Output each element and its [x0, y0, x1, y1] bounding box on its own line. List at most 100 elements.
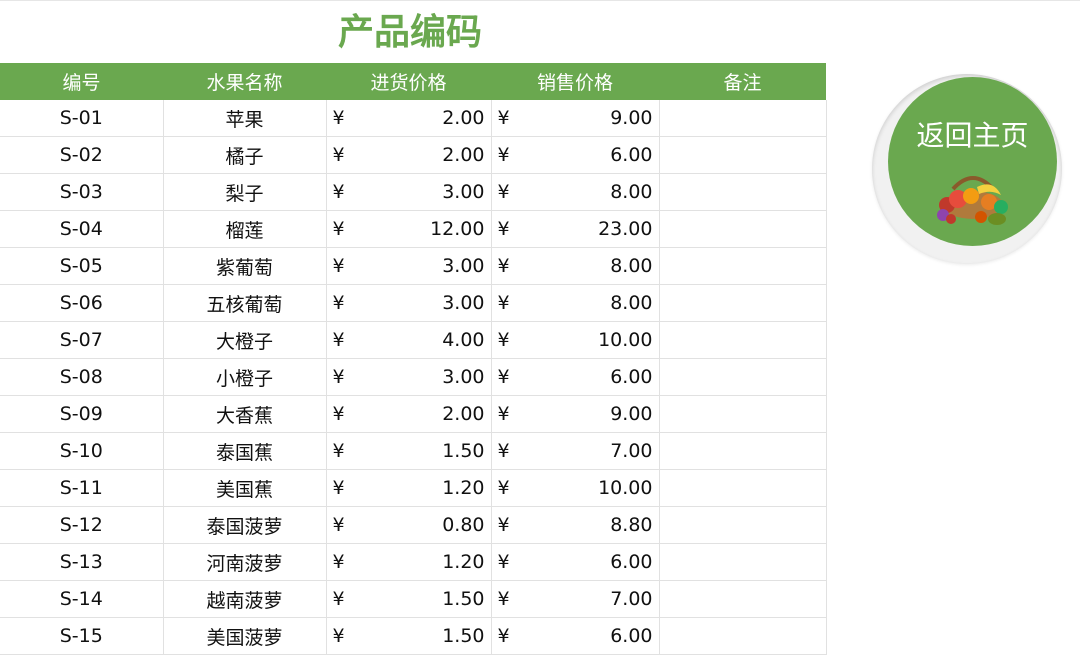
currency-symbol: ¥: [497, 218, 510, 240]
cell-cost-price[interactable]: ¥0.80: [326, 506, 492, 544]
cell-sale-price[interactable]: ¥8.00: [491, 247, 660, 285]
cell-note[interactable]: [659, 395, 827, 433]
header-sale-price[interactable]: 销售价格: [491, 63, 659, 100]
cell-code[interactable]: S-15: [0, 617, 164, 655]
sale-amount: 8.00: [610, 255, 653, 277]
cell-fruit-name[interactable]: 泰国蕉: [163, 432, 327, 470]
cell-code[interactable]: S-12: [0, 506, 164, 544]
cell-note[interactable]: [659, 469, 827, 507]
cost-amount: 1.50: [442, 588, 485, 610]
cell-fruit-name[interactable]: 泰国菠萝: [163, 506, 327, 544]
cell-fruit-name[interactable]: 紫葡萄: [163, 247, 327, 285]
cell-fruit-name[interactable]: 美国菠萝: [163, 617, 327, 655]
cell-code[interactable]: S-08: [0, 358, 164, 396]
cell-cost-price[interactable]: ¥1.50: [326, 432, 492, 470]
cell-sale-price[interactable]: ¥6.00: [491, 543, 660, 581]
cost-amount: 0.80: [442, 514, 485, 536]
cell-cost-price[interactable]: ¥2.00: [326, 395, 492, 433]
cell-note[interactable]: [659, 617, 827, 655]
cell-sale-price[interactable]: ¥9.00: [491, 100, 660, 137]
cell-cost-price[interactable]: ¥3.00: [326, 358, 492, 396]
cost-amount: 3.00: [442, 366, 485, 388]
currency-symbol: ¥: [332, 440, 345, 462]
cell-code[interactable]: S-11: [0, 469, 164, 507]
cell-sale-price[interactable]: ¥6.00: [491, 617, 660, 655]
cell-note[interactable]: [659, 210, 827, 248]
return-home-button[interactable]: 返回主页: [888, 77, 1057, 246]
header-cost-price[interactable]: 进货价格: [326, 63, 491, 100]
cell-fruit-name[interactable]: 大香蕉: [163, 395, 327, 433]
currency-symbol: ¥: [497, 255, 510, 277]
cell-note[interactable]: [659, 173, 827, 211]
cell-cost-price[interactable]: ¥3.00: [326, 173, 492, 211]
cell-cost-price[interactable]: ¥3.00: [326, 284, 492, 322]
cell-fruit-name[interactable]: 梨子: [163, 173, 327, 211]
table-row: S-11 美国蕉 ¥1.20 ¥10.00: [0, 469, 827, 507]
cell-code[interactable]: S-01: [0, 100, 164, 137]
cell-cost-price[interactable]: ¥1.50: [326, 580, 492, 618]
cell-code[interactable]: S-03: [0, 173, 164, 211]
cell-fruit-name[interactable]: 苹果: [163, 100, 327, 137]
cell-cost-price[interactable]: ¥3.00: [326, 247, 492, 285]
cell-sale-price[interactable]: ¥10.00: [491, 469, 660, 507]
cell-cost-price[interactable]: ¥1.20: [326, 543, 492, 581]
currency-symbol: ¥: [332, 218, 345, 240]
cell-sale-price[interactable]: ¥9.00: [491, 395, 660, 433]
currency-symbol: ¥: [332, 292, 345, 314]
cell-cost-price[interactable]: ¥2.00: [326, 100, 492, 137]
header-code[interactable]: 编号: [0, 63, 163, 100]
cell-note[interactable]: [659, 580, 827, 618]
sale-amount: 6.00: [610, 551, 653, 573]
cell-cost-price[interactable]: ¥4.00: [326, 321, 492, 359]
cell-fruit-name[interactable]: 五核葡萄: [163, 284, 327, 322]
cell-code[interactable]: S-04: [0, 210, 164, 248]
cell-code[interactable]: S-14: [0, 580, 164, 618]
cell-code[interactable]: S-13: [0, 543, 164, 581]
cell-sale-price[interactable]: ¥6.00: [491, 136, 660, 174]
cell-code[interactable]: S-10: [0, 432, 164, 470]
cell-cost-price[interactable]: ¥12.00: [326, 210, 492, 248]
table-row: S-10 泰国蕉 ¥1.50 ¥7.00: [0, 432, 827, 470]
cell-note[interactable]: [659, 100, 827, 137]
cell-code[interactable]: S-07: [0, 321, 164, 359]
cost-amount: 3.00: [442, 292, 485, 314]
cell-fruit-name[interactable]: 大橙子: [163, 321, 327, 359]
cell-code[interactable]: S-02: [0, 136, 164, 174]
currency-symbol: ¥: [332, 551, 345, 573]
cell-cost-price[interactable]: ¥1.50: [326, 617, 492, 655]
cell-fruit-name[interactable]: 橘子: [163, 136, 327, 174]
cost-amount: 4.00: [442, 329, 485, 351]
table-row: S-12 泰国菠萝 ¥0.80 ¥8.80: [0, 506, 827, 544]
cell-note[interactable]: [659, 358, 827, 396]
cell-fruit-name[interactable]: 河南菠萝: [163, 543, 327, 581]
cell-note[interactable]: [659, 432, 827, 470]
cell-sale-price[interactable]: ¥7.00: [491, 580, 660, 618]
cell-cost-price[interactable]: ¥2.00: [326, 136, 492, 174]
cell-code[interactable]: S-09: [0, 395, 164, 433]
cell-note[interactable]: [659, 543, 827, 581]
cell-note[interactable]: [659, 136, 827, 174]
cell-fruit-name[interactable]: 越南菠萝: [163, 580, 327, 618]
cell-sale-price[interactable]: ¥7.00: [491, 432, 660, 470]
currency-symbol: ¥: [497, 107, 510, 129]
cell-sale-price[interactable]: ¥23.00: [491, 210, 660, 248]
currency-symbol: ¥: [332, 514, 345, 536]
cell-fruit-name[interactable]: 榴莲: [163, 210, 327, 248]
cell-sale-price[interactable]: ¥6.00: [491, 358, 660, 396]
cell-sale-price[interactable]: ¥8.00: [491, 173, 660, 211]
cell-note[interactable]: [659, 321, 827, 359]
cell-code[interactable]: S-06: [0, 284, 164, 322]
cell-note[interactable]: [659, 284, 827, 322]
header-fruit-name[interactable]: 水果名称: [163, 63, 326, 100]
header-note[interactable]: 备注: [659, 63, 826, 100]
cell-sale-price[interactable]: ¥10.00: [491, 321, 660, 359]
cell-cost-price[interactable]: ¥1.20: [326, 469, 492, 507]
cell-code[interactable]: S-05: [0, 247, 164, 285]
cell-sale-price[interactable]: ¥8.80: [491, 506, 660, 544]
cell-fruit-name[interactable]: 小橙子: [163, 358, 327, 396]
cell-note[interactable]: [659, 247, 827, 285]
table-row: S-02 橘子 ¥2.00 ¥6.00: [0, 136, 827, 174]
cell-fruit-name[interactable]: 美国蕉: [163, 469, 327, 507]
cell-note[interactable]: [659, 506, 827, 544]
cell-sale-price[interactable]: ¥8.00: [491, 284, 660, 322]
